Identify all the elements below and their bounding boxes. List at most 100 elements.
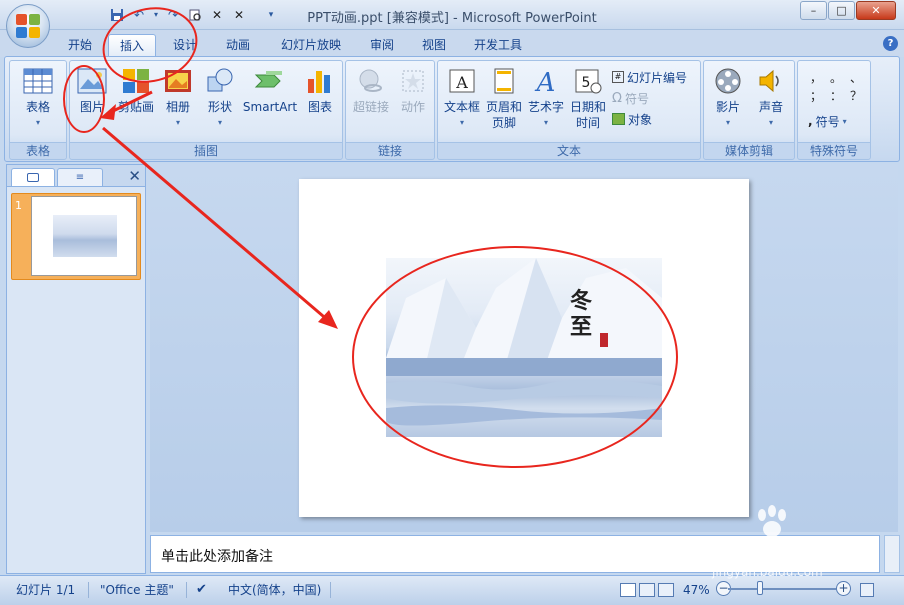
- group-table: 表格 ▾ 表格: [9, 60, 67, 160]
- theme-name: "Office 主题": [100, 583, 174, 597]
- slides-panel: ≡ ✕ 1: [6, 164, 146, 574]
- chart-button[interactable]: 图表: [300, 65, 340, 115]
- snow-landscape-image: [386, 258, 662, 426]
- wordart-button[interactable]: A 艺术字 ▾: [526, 65, 566, 131]
- special-symbol-dropdown-icon: ▾: [842, 116, 847, 126]
- tab-view[interactable]: 视图: [414, 34, 454, 56]
- zoom-in-icon[interactable]: +: [836, 581, 851, 596]
- window-controls: – □ ✕: [799, 1, 896, 20]
- calendar-icon: 5: [572, 65, 604, 97]
- group-media: 影片 ▾ 声音 ▾ 媒体剪辑: [703, 60, 795, 160]
- help-icon[interactable]: ?: [883, 36, 898, 51]
- smartart-button[interactable]: SmartArt: [242, 65, 298, 115]
- zoom-slider-thumb[interactable]: [757, 581, 763, 595]
- hyperlink-button[interactable]: 超链接: [348, 65, 394, 115]
- movie-button[interactable]: 影片 ▾: [706, 65, 750, 131]
- clipart-button[interactable]: 剪贴画: [116, 65, 156, 115]
- smartart-label: SmartArt: [242, 100, 298, 114]
- punct-period[interactable]: 。: [826, 69, 846, 87]
- group-text-label: 文本: [438, 142, 700, 158]
- punct-pause[interactable]: 、: [846, 69, 866, 87]
- tab-review[interactable]: 审阅: [362, 34, 402, 56]
- slide-editing-area: 冬至: [150, 164, 898, 532]
- group-media-label: 媒体剪辑: [704, 142, 794, 158]
- symbol-button[interactable]: Ω 符号: [612, 88, 649, 108]
- datetime-button[interactable]: 5 日期和 时间: [568, 65, 608, 131]
- sound-button[interactable]: 声音 ▾: [750, 65, 792, 131]
- omega-icon: Ω: [612, 90, 622, 106]
- tab-developer[interactable]: 开发工具: [466, 34, 530, 56]
- punct-colon[interactable]: ：: [826, 87, 846, 105]
- zoom-level[interactable]: 47%: [683, 580, 710, 600]
- office-logo-icon: [16, 14, 40, 38]
- textbox-label: 文本框: [443, 100, 480, 114]
- red-seal-stamp: [600, 333, 608, 347]
- special-symbol-button[interactable]: , 符号 ▾: [808, 111, 847, 131]
- punct-semicolon[interactable]: ；: [806, 87, 826, 105]
- wordart-icon: A: [530, 65, 562, 97]
- close-icon[interactable]: ✕: [128, 167, 141, 185]
- sound-label: 声音: [758, 100, 783, 114]
- slide-canvas[interactable]: 冬至: [299, 179, 749, 517]
- svg-text:A: A: [535, 68, 556, 95]
- photo-album-label: 相册: [165, 100, 190, 114]
- action-icon: [397, 65, 429, 97]
- tab-insert[interactable]: 插入: [108, 34, 156, 56]
- maximize-button[interactable]: □: [828, 1, 855, 20]
- slides-tab-icon: [27, 173, 39, 182]
- picture-button[interactable]: 图片: [72, 65, 112, 115]
- punct-question[interactable]: ？: [846, 87, 866, 105]
- tab-animation[interactable]: 动画: [218, 34, 258, 56]
- photo-album-icon: [162, 65, 194, 97]
- outline-tab-icon: ≡: [75, 172, 85, 183]
- punctuation-grid: ， 。 、 ； ： ？: [806, 69, 866, 109]
- svg-text:A: A: [455, 73, 468, 92]
- group-text: A 文本框 ▾ 页眉和 页脚 A 艺术字 ▾ 5 日期和 时间 # 幻灯片编号 …: [437, 60, 701, 160]
- zoom-slider[interactable]: [728, 588, 836, 590]
- shapes-label: 形状: [207, 100, 232, 114]
- inserted-picture[interactable]: 冬至: [386, 258, 662, 437]
- object-button[interactable]: 对象: [612, 109, 652, 129]
- punct-comma[interactable]: ，: [806, 69, 826, 87]
- minimize-button[interactable]: –: [800, 1, 827, 20]
- speaker-icon: [755, 65, 787, 97]
- notes-pane[interactable]: 单击此处添加备注: [150, 535, 880, 573]
- shapes-button[interactable]: 形状 ▾: [200, 65, 240, 131]
- normal-view-icon[interactable]: [620, 583, 636, 597]
- office-button[interactable]: [6, 4, 50, 48]
- slide-number-button[interactable]: # 幻灯片编号: [612, 67, 687, 87]
- ribbon: 表格 ▾ 表格 图片 剪贴画 相册 ▾ 形状 ▾ SmartArt 图表 插图 …: [4, 56, 900, 162]
- close-button[interactable]: ✕: [856, 1, 896, 20]
- slide-number-label: 幻灯片编号: [627, 70, 688, 85]
- textbox-dropdown-icon: ▾: [459, 118, 464, 127]
- spellcheck-icon[interactable]: ✔: [196, 580, 207, 600]
- outline-tab[interactable]: ≡: [57, 168, 103, 186]
- slides-tab[interactable]: [11, 168, 55, 186]
- notes-placeholder: 单击此处添加备注: [161, 549, 273, 565]
- group-illustrations: 图片 剪贴画 相册 ▾ 形状 ▾ SmartArt 图表 插图: [69, 60, 343, 160]
- notes-scrollbar[interactable]: [884, 535, 900, 573]
- table-button[interactable]: 表格 ▾: [14, 65, 62, 131]
- header-footer-label-1: 页眉和: [485, 100, 522, 114]
- window-title: PPT动画.ppt [兼容模式] - Microsoft PowerPoint: [307, 11, 597, 26]
- slide-thumbnail[interactable]: [31, 196, 137, 276]
- smartart-icon: [254, 65, 286, 97]
- header-footer-button[interactable]: 页眉和 页脚: [484, 65, 524, 131]
- language[interactable]: 中文(简体，中国): [228, 580, 321, 600]
- tab-design[interactable]: 设计: [165, 34, 205, 56]
- slide-sorter-icon[interactable]: [639, 583, 655, 597]
- status-separator: [88, 582, 89, 598]
- status-separator: [330, 582, 331, 598]
- picture-label: 图片: [79, 100, 104, 114]
- symbol-label: 符号: [624, 91, 649, 106]
- chart-icon: [304, 65, 336, 97]
- tab-home[interactable]: 开始: [60, 34, 100, 56]
- action-button[interactable]: 动作: [394, 65, 432, 115]
- fit-to-window-icon[interactable]: [860, 580, 874, 600]
- photo-album-button[interactable]: 相册 ▾: [158, 65, 198, 131]
- tab-slideshow[interactable]: 幻灯片放映: [272, 34, 350, 56]
- slide-number-icon: #: [612, 71, 624, 83]
- textbox-button[interactable]: A 文本框 ▾: [440, 65, 484, 131]
- group-special-symbols: ， 。 、 ； ： ？ , 符号 ▾ 特殊符号: [797, 60, 871, 160]
- slideshow-view-icon[interactable]: [658, 583, 674, 597]
